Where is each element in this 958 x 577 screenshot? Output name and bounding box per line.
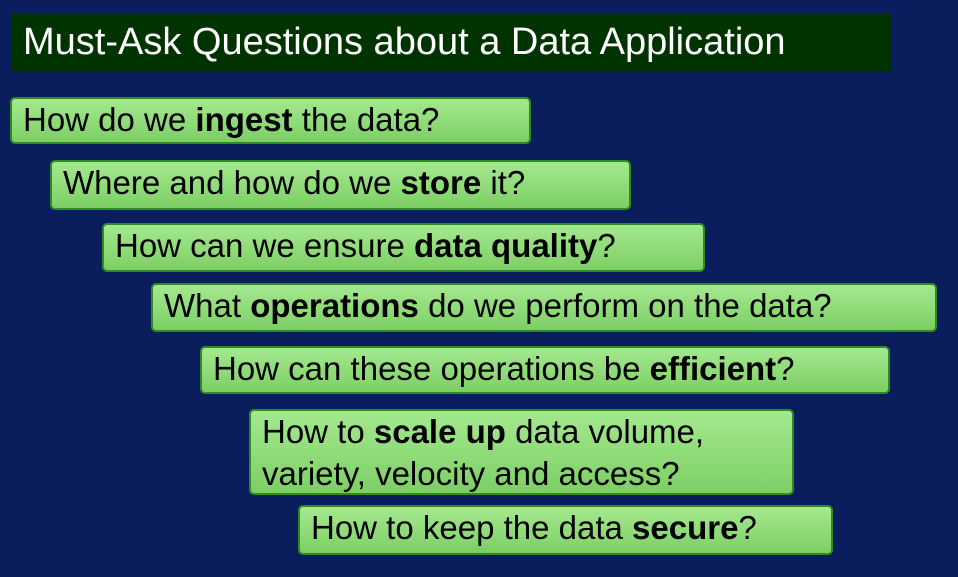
question-efficient: How can these operations be efficient?	[200, 346, 890, 394]
question-text: ?	[597, 227, 616, 264]
question-data-quality: How can we ensure data quality?	[102, 223, 705, 272]
question-keyword: secure	[632, 509, 739, 546]
question-line-1: How to scale up data volume,	[262, 411, 792, 453]
question-keyword: ingest	[195, 101, 293, 138]
question-text: How to keep the data	[311, 509, 633, 546]
question-text: ?	[738, 509, 757, 546]
question-keyword: efficient	[649, 350, 777, 387]
question-text: the data?	[292, 101, 440, 138]
question-store: Where and how do we store it?	[50, 160, 631, 210]
question-text: How do we	[23, 101, 196, 138]
question-text: it?	[481, 164, 526, 201]
question-text: ?	[776, 350, 795, 387]
question-text: do we perform on the data?	[418, 287, 832, 324]
question-secure: How to keep the data secure?	[298, 505, 833, 555]
question-text: How can these operations be	[213, 350, 650, 387]
question-text: How can we ensure	[115, 227, 414, 264]
question-text: How to	[262, 413, 374, 450]
question-scale-up: How to scale up data volume, variety, vel…	[249, 409, 794, 495]
question-keyword: operations	[250, 287, 419, 324]
question-keyword: data quality	[413, 227, 598, 264]
slide-title: Must-Ask Questions about a Data Applicat…	[11, 13, 891, 72]
question-operations: What operations do we perform on the dat…	[151, 283, 937, 332]
question-text: Where and how do we	[63, 164, 401, 201]
question-keyword: store	[400, 164, 482, 201]
question-keyword: scale up	[373, 413, 506, 450]
question-text: data volume,	[505, 413, 705, 450]
question-text: What	[164, 287, 251, 324]
question-ingest: How do we ingest the data?	[10, 97, 531, 144]
question-line-2: variety, velocity and access?	[262, 455, 680, 492]
